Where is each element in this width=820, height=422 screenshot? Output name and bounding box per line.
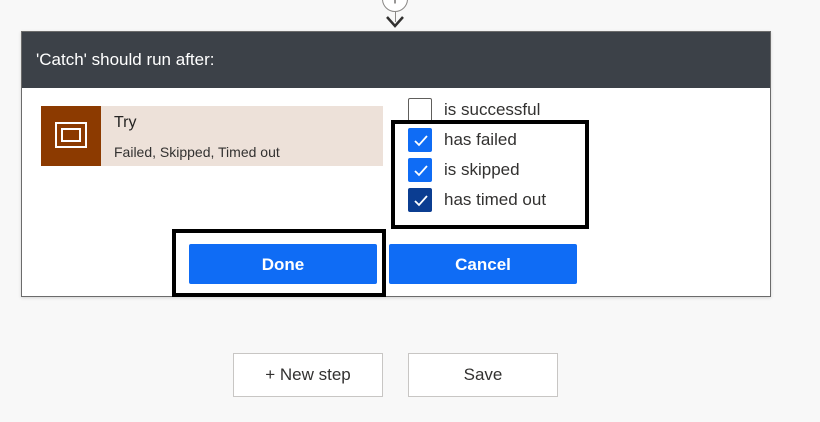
action-title: Try xyxy=(114,114,137,131)
checkmark-icon xyxy=(414,165,428,177)
checkbox-is-skipped[interactable] xyxy=(408,158,432,182)
checkmark-icon xyxy=(414,135,428,147)
plus-icon: + xyxy=(390,0,401,9)
checkbox-has-timed-out[interactable] xyxy=(408,188,432,212)
arrow-down-icon xyxy=(386,16,404,28)
cancel-button[interactable]: Cancel xyxy=(389,244,577,284)
option-label: is skipped xyxy=(444,160,520,179)
option-is-successful[interactable]: is successful xyxy=(408,97,540,123)
done-button[interactable]: Done xyxy=(189,244,377,284)
insert-step-button[interactable]: + xyxy=(382,0,408,12)
save-button[interactable]: Save xyxy=(408,353,558,397)
checkbox-has-failed[interactable] xyxy=(408,128,432,152)
action-status-summary: Failed, Skipped, Timed out xyxy=(114,144,280,160)
checkmark-icon xyxy=(414,195,428,207)
dialog-title: 'Catch' should run after: xyxy=(22,32,770,88)
option-label: has failed xyxy=(444,130,517,149)
run-after-dialog: 'Catch' should run after: Try Failed, Sk… xyxy=(21,31,771,297)
scope-icon xyxy=(41,106,101,166)
option-label: has timed out xyxy=(444,190,547,209)
new-step-button[interactable]: + New step xyxy=(233,353,383,397)
option-has-failed[interactable]: has failed xyxy=(408,127,517,153)
option-label: is successful xyxy=(444,100,541,119)
action-card-try: Try Failed, Skipped, Timed out xyxy=(41,106,383,166)
option-is-skipped[interactable]: is skipped xyxy=(408,157,520,183)
option-has-timed-out[interactable]: has timed out xyxy=(408,187,546,213)
checkbox-is-successful[interactable] xyxy=(408,98,432,122)
